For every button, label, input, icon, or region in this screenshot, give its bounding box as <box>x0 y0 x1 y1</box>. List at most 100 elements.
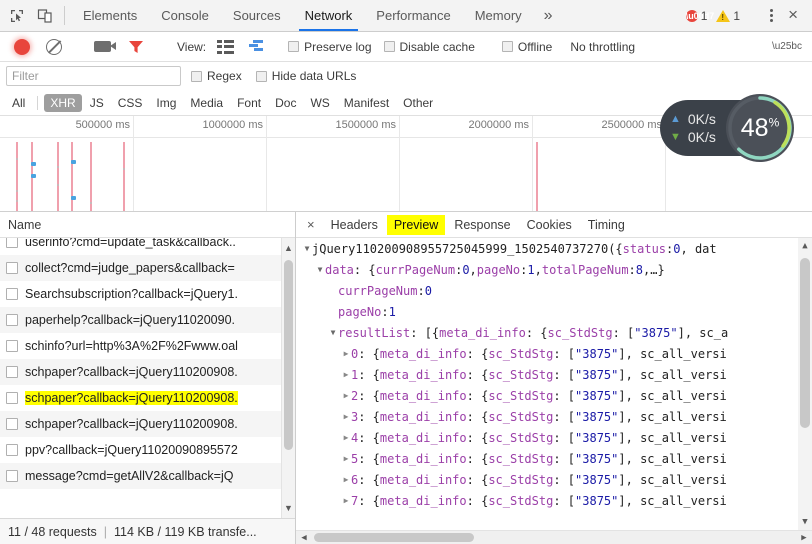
column-header-name[interactable]: Name <box>0 212 295 238</box>
expand-triangle-down-icon[interactable]: ▼ <box>328 328 338 337</box>
json-line[interactable]: ▶ 0: {meta_di_info: {sc_StdStg: ["3875"],… <box>296 343 812 364</box>
list-item-selected[interactable]: schpaper?callback=jQuery110200908. <box>0 385 295 411</box>
error-badge[interactable]: \u00d7 1 <box>683 9 714 23</box>
row-checkbox-icon[interactable] <box>6 238 18 248</box>
json-line[interactable]: ▶ 6: {meta_di_info: {sc_StdStg: ["3875"],… <box>296 469 812 490</box>
row-checkbox-icon[interactable] <box>6 340 18 352</box>
more-tabs-icon[interactable]: » <box>534 0 563 31</box>
record-button[interactable] <box>14 38 30 55</box>
throttling-select[interactable]: No throttling <box>570 40 635 54</box>
list-item[interactable]: ppv?callback=jQuery11020090895572 <box>0 437 295 463</box>
row-checkbox-icon[interactable] <box>6 314 18 326</box>
expand-triangle-right-icon[interactable]: ▶ <box>341 433 351 442</box>
scroll-left-icon[interactable]: ◀ <box>296 531 312 544</box>
expand-triangle-right-icon[interactable]: ▶ <box>341 496 351 505</box>
scroll-right-icon[interactable]: ▶ <box>796 531 812 544</box>
list-item[interactable]: schpaper?callback=jQuery110200908. <box>0 411 295 437</box>
filter-icon[interactable] <box>128 40 144 54</box>
tab-memory[interactable]: Memory <box>463 0 534 31</box>
json-line[interactable]: ▶ 1: {meta_di_info: {sc_StdStg: ["3875"],… <box>296 364 812 385</box>
close-devtools-icon[interactable]: × <box>784 5 806 27</box>
type-filter-font[interactable]: Font <box>231 94 267 112</box>
regex-checkbox[interactable]: Regex <box>191 69 242 83</box>
row-checkbox-icon[interactable] <box>6 444 18 456</box>
tab-console[interactable]: Console <box>149 0 221 31</box>
expand-triangle-right-icon[interactable]: ▶ <box>341 454 351 463</box>
json-line[interactable]: ▼ jQuery110200908955725045999_15025407372… <box>296 238 812 259</box>
row-checkbox-icon[interactable] <box>6 288 18 300</box>
expand-triangle-right-icon[interactable]: ▶ <box>341 391 351 400</box>
list-item[interactable]: collect?cmd=judge_papers&callback= <box>0 255 295 281</box>
type-filter-ws[interactable]: WS <box>304 94 335 112</box>
json-line[interactable]: pageNo: 1 <box>296 301 812 322</box>
scroll-down-icon[interactable]: ▼ <box>282 500 295 516</box>
expand-triangle-right-icon[interactable]: ▶ <box>341 370 351 379</box>
expand-triangle-right-icon[interactable]: ▶ <box>341 349 351 358</box>
json-line[interactable]: ▼ data: {currPageNum: 0, pageNo: 1, total… <box>296 259 812 280</box>
tab-sources[interactable]: Sources <box>221 0 293 31</box>
clear-button[interactable] <box>46 38 62 55</box>
tab-network[interactable]: Network <box>293 0 365 31</box>
expand-triangle-right-icon[interactable]: ▶ <box>341 412 351 421</box>
expand-triangle-down-icon[interactable]: ▼ <box>315 265 325 274</box>
type-filter-js[interactable]: JS <box>84 94 110 112</box>
scrollbar-thumb[interactable] <box>314 533 474 542</box>
preview-json-viewer[interactable]: ▼ jQuery110200908955725045999_15025407372… <box>296 238 812 544</box>
list-item[interactable]: schinfo?url=http%3A%2F%2Fwww.oal <box>0 333 295 359</box>
scroll-up-icon[interactable]: ▲ <box>798 238 812 254</box>
request-list[interactable]: userinfo?cmd=update_task&callback.. coll… <box>0 238 295 518</box>
tab-cookies[interactable]: Cookies <box>520 215 579 235</box>
scroll-down-icon[interactable]: ▼ <box>798 514 812 530</box>
type-filter-css[interactable]: CSS <box>112 94 149 112</box>
close-detail-icon[interactable]: × <box>300 217 322 232</box>
tab-preview[interactable]: Preview <box>386 214 446 235</box>
json-line[interactable]: ▶ 4: {meta_di_info: {sc_StdStg: ["3875"],… <box>296 427 812 448</box>
list-item[interactable]: Searchsubscription?callback=jQuery1. <box>0 281 295 307</box>
tab-timing[interactable]: Timing <box>581 215 632 235</box>
filter-input[interactable] <box>6 66 181 86</box>
toolbar-overflow-icon[interactable]: \u25bc <box>772 41 802 52</box>
expand-triangle-down-icon[interactable]: ▼ <box>302 244 312 253</box>
json-line[interactable]: currPageNum: 0 <box>296 280 812 301</box>
json-line[interactable]: ▼ resultList: [{meta_di_info: {sc_StdStg:… <box>296 322 812 343</box>
list-item[interactable]: message?cmd=getAllV2&callback=jQ <box>0 463 295 489</box>
waterfall-view-icon[interactable] <box>247 39 265 54</box>
warning-badge[interactable]: 1 <box>713 9 743 23</box>
json-line[interactable]: ▶ 2: {meta_di_info: {sc_StdStg: ["3875"],… <box>296 385 812 406</box>
type-filter-media[interactable]: Media <box>184 94 229 112</box>
type-filter-doc[interactable]: Doc <box>269 94 302 112</box>
disable-cache-checkbox[interactable]: Disable cache <box>383 40 475 54</box>
json-line[interactable]: ▶ 7: {meta_di_info: {sc_StdStg: ["3875"],… <box>296 490 812 511</box>
list-item[interactable]: schpaper?callback=jQuery110200908. <box>0 359 295 385</box>
type-filter-xhr[interactable]: XHR <box>44 93 82 112</box>
expand-triangle-right-icon[interactable]: ▶ <box>341 475 351 484</box>
capture-screenshots-icon[interactable] <box>94 41 116 52</box>
tab-performance[interactable]: Performance <box>364 0 462 31</box>
scroll-up-icon[interactable]: ▲ <box>282 240 295 256</box>
scrollbar-thumb[interactable] <box>800 258 810 428</box>
inspect-element-icon[interactable] <box>8 7 26 25</box>
type-filter-img[interactable]: Img <box>150 94 182 112</box>
type-filter-other[interactable]: Other <box>397 94 439 112</box>
main-menu-icon[interactable] <box>762 9 781 22</box>
row-checkbox-icon[interactable] <box>6 366 18 378</box>
preview-vertical-scrollbar[interactable]: ▲ ▼ <box>798 238 812 530</box>
list-item[interactable]: userinfo?cmd=update_task&callback.. <box>0 238 295 255</box>
row-checkbox-icon[interactable] <box>6 470 18 482</box>
type-filter-manifest[interactable]: Manifest <box>338 94 395 112</box>
tab-elements[interactable]: Elements <box>71 0 149 31</box>
request-list-scrollbar[interactable]: ▲ ▼ <box>281 238 295 518</box>
row-checkbox-icon[interactable] <box>6 418 18 430</box>
type-filter-all[interactable]: All <box>6 94 31 112</box>
row-checkbox-icon[interactable] <box>6 262 18 274</box>
offline-checkbox[interactable]: Offline <box>501 40 552 54</box>
list-item[interactable]: paperhelp?callback=jQuery11020090. <box>0 307 295 333</box>
json-line[interactable]: ▶ 5: {meta_di_info: {sc_StdStg: ["3875"],… <box>296 448 812 469</box>
tab-headers[interactable]: Headers <box>324 215 385 235</box>
preview-horizontal-scrollbar[interactable]: ◀ ▶ <box>296 530 812 544</box>
hide-data-urls-checkbox[interactable]: Hide data URLs <box>255 69 356 83</box>
scrollbar-thumb[interactable] <box>284 260 293 450</box>
list-view-icon[interactable] <box>217 39 235 54</box>
row-checkbox-icon[interactable] <box>6 392 18 404</box>
toggle-device-toolbar-icon[interactable] <box>36 7 54 25</box>
